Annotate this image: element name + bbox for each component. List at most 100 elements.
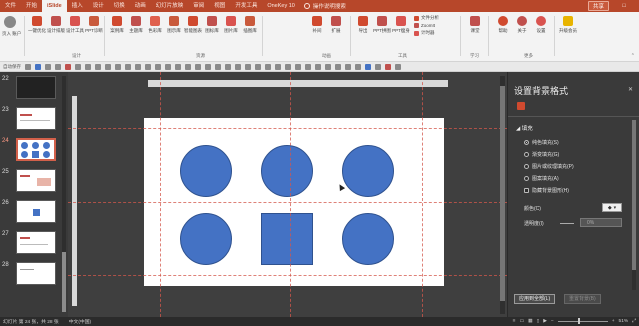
circle-shape-top-right[interactable] (342, 145, 394, 197)
one-click-optimize-button[interactable]: 一键优化 (28, 14, 46, 34)
slide-thumbnail-24[interactable]: 24 (0, 136, 68, 164)
tab-review[interactable]: 审阅 (188, 0, 209, 12)
zoom-slider[interactable] (557, 317, 608, 324)
zoom-out-icon[interactable]: − (551, 319, 554, 324)
hide-background-option[interactable]: 隐藏背景图形(H) (524, 187, 569, 194)
scrollbar-thumb[interactable] (62, 252, 66, 312)
slideshow-icon[interactable]: ▶ (543, 319, 547, 324)
new-slide-icon[interactable] (75, 63, 81, 70)
transparency-slider[interactable] (560, 223, 574, 224)
square-shape-bottom-center[interactable] (261, 213, 313, 265)
design-layout-button[interactable]: 设计排版 (47, 14, 65, 34)
fill-color-dropdown[interactable]: ◆ ▾ (602, 203, 622, 212)
crop-icon[interactable] (225, 63, 231, 70)
video-icon[interactable] (335, 63, 341, 70)
color-library-button[interactable]: 色彩库 (146, 14, 164, 34)
text-box-icon[interactable] (275, 63, 281, 70)
design-tools-button[interactable]: 设计工具 (66, 14, 84, 34)
ppt-puzzle-button[interactable]: PPT拼图 (373, 14, 391, 34)
guide-line[interactable] (68, 275, 507, 276)
picture-icon[interactable] (325, 63, 331, 70)
about-button[interactable]: 关于 (513, 14, 531, 34)
radio-checked-icon[interactable] (524, 140, 529, 145)
font-color-icon[interactable] (265, 63, 271, 70)
comment-icon[interactable]: □ (613, 1, 635, 11)
customize-qat-icon[interactable] (395, 63, 401, 70)
zoom-in-icon[interactable]: + (612, 319, 615, 324)
classroom-button[interactable]: 课堂 (466, 14, 484, 34)
slide-thumbnail-27[interactable]: 27 (0, 229, 68, 257)
tab-slideshow[interactable]: 幻灯片放映 (151, 0, 189, 12)
audio-icon[interactable] (345, 63, 351, 70)
align-right-icon[interactable] (105, 63, 111, 70)
picture-format-icon[interactable] (235, 63, 241, 70)
slide-sorter-icon[interactable]: ▦ (528, 319, 533, 324)
guide-line[interactable] (68, 202, 507, 203)
slide-thumbnail-26[interactable]: 26 (0, 198, 68, 226)
group-icon[interactable] (165, 63, 171, 70)
rotate-icon[interactable] (205, 63, 211, 70)
pattern-fill-option[interactable]: 图案填充(A) (524, 175, 559, 182)
align-top-icon[interactable] (115, 63, 121, 70)
reset-background-button[interactable]: 重置背景(B) (564, 294, 601, 304)
tween-button[interactable]: 补间 (308, 14, 326, 34)
settings-button[interactable]: 设置 (532, 14, 550, 34)
collapse-ribbon-icon[interactable]: ⌃ (631, 53, 635, 59)
ppt-diagnose-button[interactable]: PPT诊断 (85, 14, 103, 34)
slide-thumbnail-22[interactable]: 22 (0, 74, 68, 102)
theme-library-button[interactable]: 主题库 (127, 14, 145, 34)
radio-icon[interactable] (524, 176, 529, 181)
align-middle-icon[interactable] (125, 63, 131, 70)
table-icon[interactable] (295, 63, 301, 70)
vertical-scrollbar[interactable] (500, 76, 505, 314)
transparency-input[interactable]: 0% (580, 218, 622, 227)
tab-animations[interactable]: 动画 (130, 0, 151, 12)
tab-insert[interactable]: 插入 (67, 0, 88, 12)
tab-view[interactable]: 视图 (209, 0, 230, 12)
circle-shape-bottom-left[interactable] (180, 213, 232, 265)
fit-to-window-icon[interactable]: ⤢ (632, 318, 636, 324)
zoomit-button[interactable]: ZoomIt (414, 23, 439, 28)
normal-view-icon[interactable]: ▭ (519, 319, 524, 324)
tab-home[interactable]: 开始 (21, 0, 42, 12)
circle-shape-top-center[interactable] (261, 145, 313, 197)
timer-button[interactable]: 计时器 (414, 30, 439, 36)
send-backward-icon[interactable] (195, 63, 201, 70)
circle-shape-top-left[interactable] (180, 145, 232, 197)
distribute-horizontal-icon[interactable] (145, 63, 151, 70)
slide-thumbnail-28[interactable]: 28 (0, 260, 68, 288)
tab-onekey[interactable]: OneKey 10 (262, 0, 300, 12)
chart-icon[interactable] (305, 63, 311, 70)
flip-icon[interactable] (215, 63, 221, 70)
guide-line[interactable] (68, 128, 507, 129)
thumbnail-scrollbar[interactable] (62, 76, 66, 312)
tell-me-search[interactable]: 操作说明搜索 (303, 2, 346, 10)
ungroup-icon[interactable] (175, 63, 181, 70)
illustration-library-button[interactable]: 插图库 (241, 14, 259, 34)
share-button[interactable]: 共享 (587, 1, 609, 11)
color-picker-icon[interactable] (365, 63, 371, 70)
undo-icon[interactable] (45, 63, 51, 70)
radio-icon[interactable] (524, 164, 529, 169)
extend-button[interactable]: 扩展 (327, 14, 345, 34)
slide-thumbnail-25[interactable]: 25 (0, 167, 68, 195)
save-icon[interactable] (35, 63, 41, 70)
tab-islide[interactable]: iSlide (42, 0, 67, 12)
picture-fill-option[interactable]: 图片或纹理填充(P) (524, 163, 574, 170)
start-slideshow-icon[interactable] (65, 63, 71, 70)
diagram-library-button[interactable]: 图示库 (165, 14, 183, 34)
shape-fill-icon[interactable] (245, 63, 251, 70)
tab-transitions[interactable]: 切换 (109, 0, 130, 12)
language-label[interactable]: 中文(中国) (69, 318, 91, 325)
shape-outline-icon[interactable] (255, 63, 261, 70)
upgrade-member-button[interactable]: 升级会员 (558, 14, 578, 34)
guide-line[interactable] (422, 72, 423, 317)
distribute-vertical-icon[interactable] (155, 63, 161, 70)
autosave-toggle-icon[interactable] (25, 63, 31, 70)
smartart-icon[interactable] (315, 63, 321, 70)
zoom-slider-thumb[interactable] (577, 317, 580, 324)
case-library-button[interactable]: 案例库 (108, 14, 126, 34)
paint-bucket-icon[interactable] (517, 102, 525, 110)
circle-shape-bottom-right[interactable] (342, 213, 394, 265)
fill-section-title[interactable]: ◢ 填充 (516, 124, 533, 132)
